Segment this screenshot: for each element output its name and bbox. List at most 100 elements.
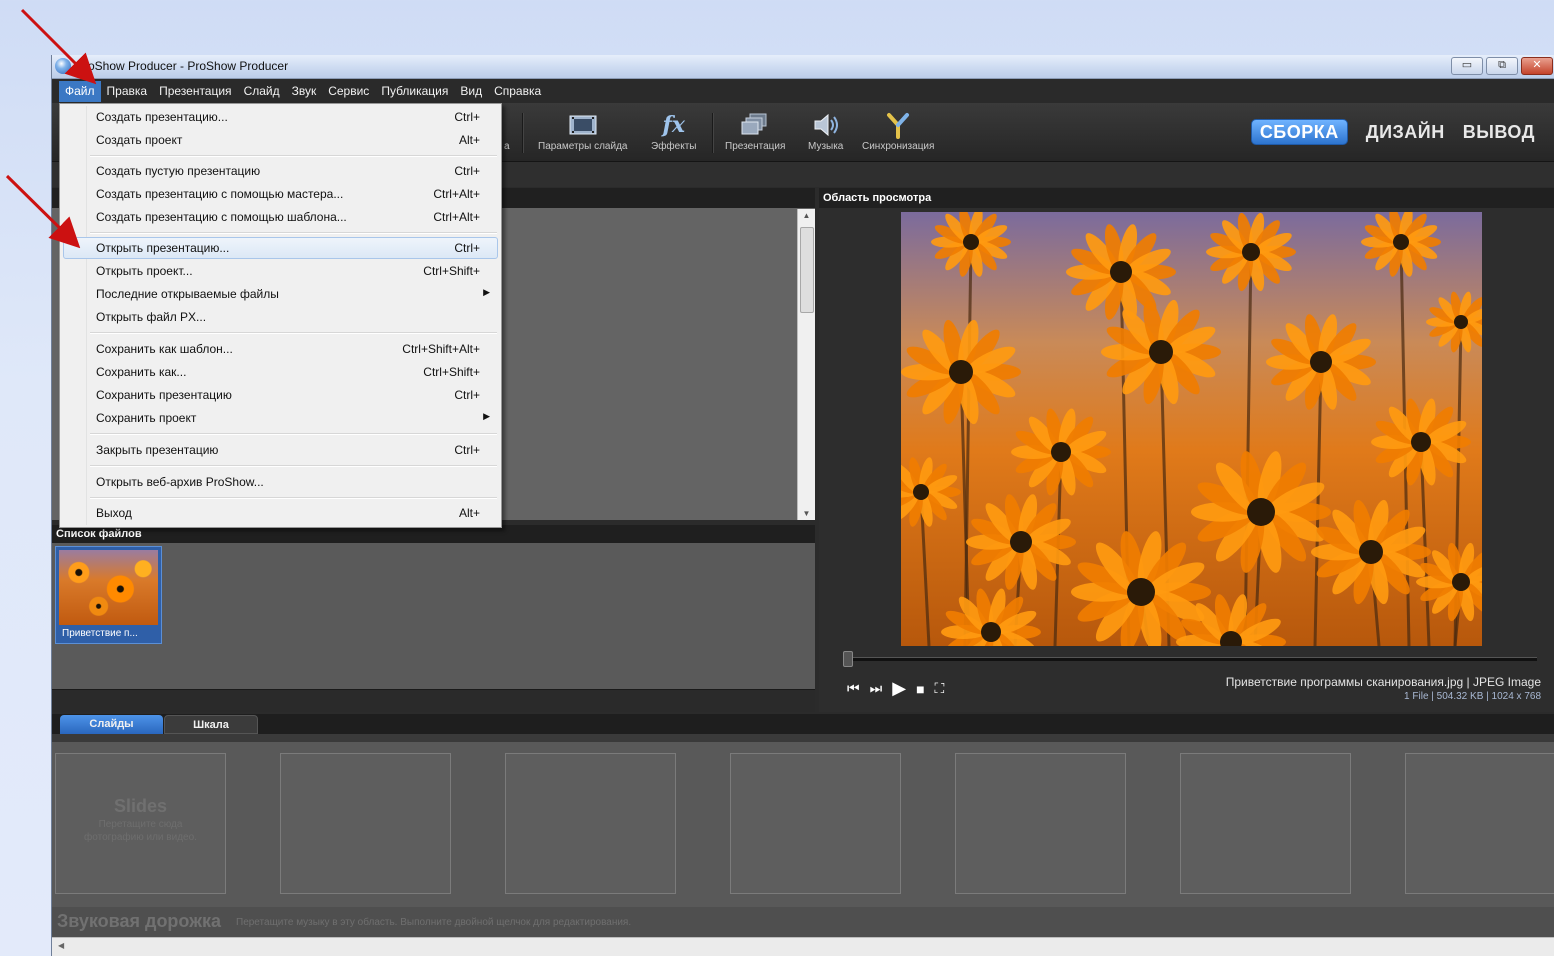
file-thumbnail[interactable]: Приветствие п...: [55, 546, 162, 644]
slide-slot[interactable]: Slides Перетащите сюда фотографию или ви…: [55, 753, 226, 894]
slides-track: Slides Перетащите сюда фотографию или ви…: [52, 742, 1554, 907]
stop-icon[interactable]: ■: [916, 681, 924, 697]
toolbar-partial-item[interactable]: а: [504, 111, 510, 152]
menu-presentation[interactable]: Презентация: [153, 81, 238, 102]
menu-item-shortcut: Ctrl+Alt+: [433, 210, 480, 224]
menu-item-shortcut: Ctrl+: [454, 241, 480, 255]
menu-separator: [90, 433, 497, 435]
close-button[interactable]: ✕: [1521, 57, 1553, 75]
menu-view[interactable]: Вид: [454, 81, 488, 102]
file-info: Приветствие программы сканирования.jpg |…: [1226, 675, 1541, 702]
scroll-left-icon[interactable]: ◀: [58, 941, 64, 950]
slides-placeholder-title: Slides: [113, 796, 168, 816]
menu-item-save-as-template[interactable]: Сохранить как шаблон... Ctrl+Shift+Alt+: [63, 338, 498, 360]
menu-item-label: Создать презентацию с помощью шаблона...: [96, 210, 347, 224]
menu-item-exit[interactable]: Выход Alt+: [63, 502, 498, 524]
fullscreen-icon[interactable]: ⛶: [935, 680, 945, 697]
folders-scrollbar[interactable]: ▲ ▼: [797, 209, 815, 520]
menu-item-shortcut: Alt+: [458, 133, 480, 147]
timeline-ruler: [52, 734, 1554, 742]
menu-separator: [90, 155, 497, 157]
scroll-up-icon[interactable]: ▲: [798, 211, 815, 220]
preview-photo: [901, 212, 1482, 646]
scrollbar-thumb[interactable]: [800, 227, 814, 313]
toolbar-effects-button[interactable]: fx Эффекты: [651, 111, 696, 152]
menu-item-open-web-archive[interactable]: Открыть веб-архив ProShow...: [63, 471, 498, 493]
menu-item-shortcut: Ctrl+: [454, 110, 480, 124]
menu-item-open-project[interactable]: Открыть проект... Ctrl+Shift+: [63, 260, 498, 282]
step-forward-icon[interactable]: ⏭: [870, 680, 883, 697]
speaker-icon: [808, 111, 843, 139]
menu-file[interactable]: Файл: [59, 80, 101, 102]
slide-slot[interactable]: [955, 753, 1126, 894]
menu-item-open-px[interactable]: Открыть файл PX...: [63, 306, 498, 328]
scroll-down-icon[interactable]: ▼: [798, 509, 815, 518]
minimize-button[interactable]: ▭: [1451, 57, 1483, 75]
menu-edit[interactable]: Правка: [101, 81, 154, 102]
playback-controls: ⏮ ⏭ ▶ ■ ⛶: [847, 678, 944, 699]
menu-sound[interactable]: Звук: [286, 81, 323, 102]
menu-item-label: Закрыть презентацию: [96, 443, 219, 457]
toolbar-slide-options-button[interactable]: Параметры слайда: [538, 111, 627, 152]
menu-item-new-project[interactable]: Создать проект Alt+: [63, 129, 498, 151]
title-bar: ProShow Producer - ProShow Producer ▭ ⧉ …: [52, 55, 1554, 79]
preview-pane: ⏮ ⏭ ▶ ■ ⛶ Приветствие программы сканиров…: [819, 208, 1554, 712]
window-title: ProShow Producer - ProShow Producer: [76, 59, 289, 73]
slides-hint-line-2: фотографию или видео.: [84, 832, 197, 843]
menu-item-shortcut: Ctrl+: [454, 443, 480, 457]
slide-slot[interactable]: [1405, 753, 1554, 894]
toolbar-sync-button[interactable]: Синхронизация: [862, 111, 934, 152]
seek-knob[interactable]: [843, 651, 853, 667]
soundtrack-track[interactable]: Звуковая дорожка Перетащите музыку в эту…: [52, 907, 1554, 937]
slide-slot[interactable]: [505, 753, 676, 894]
slide-slot[interactable]: [730, 753, 901, 894]
menu-item-label: Открыть файл PX...: [96, 310, 207, 324]
menu-publish[interactable]: Публикация: [375, 81, 454, 102]
tab-timeline[interactable]: Шкала: [164, 715, 258, 734]
menu-item-close-presentation[interactable]: Закрыть презентацию Ctrl+: [63, 439, 498, 461]
menu-item-shortcut: Ctrl+Shift+: [423, 264, 480, 278]
app-logo-icon: [55, 58, 71, 74]
toolbar-music-button[interactable]: Музыка: [808, 111, 843, 152]
skip-back-icon[interactable]: ⏮: [847, 680, 860, 697]
menu-item-label: Открыть веб-архив ProShow...: [96, 475, 264, 489]
mode-switcher: СБОРКА ДИЗАЙН ВЫВОД: [1250, 119, 1535, 145]
timeline-scrollbar[interactable]: ◀: [52, 937, 1554, 956]
menu-separator: [90, 332, 497, 334]
soundtrack-title: Звуковая дорожка: [57, 911, 221, 931]
tab-slides[interactable]: Слайды: [60, 715, 163, 734]
slide-slot[interactable]: [280, 753, 451, 894]
menu-item-shortcut: Ctrl+: [454, 388, 480, 402]
menu-service[interactable]: Сервис: [322, 81, 375, 102]
file-info-name: Приветствие программы сканирования.jpg |…: [1225, 675, 1541, 689]
presentation-icon: [725, 111, 785, 139]
menu-item-save-project[interactable]: Сохранить проект ▶: [63, 407, 498, 429]
menu-item-open-presentation[interactable]: Открыть презентацию... Ctrl+: [63, 237, 498, 259]
playback-seek-track[interactable]: [843, 657, 1537, 661]
menu-item-new-presentation[interactable]: Создать презентацию... Ctrl+: [63, 106, 498, 128]
play-icon[interactable]: ▶: [892, 678, 906, 699]
toolbar-presentation-label: Презентация: [725, 141, 786, 152]
menu-item-label: Создать проект: [96, 133, 183, 147]
mode-output-button[interactable]: ВЫВОД: [1463, 122, 1535, 143]
menu-item-new-empty-presentation[interactable]: Создать пустую презентацию Ctrl+: [63, 160, 498, 182]
menu-help[interactable]: Справка: [488, 81, 547, 102]
menu-item-new-wizard[interactable]: Создать презентацию с помощью мастера...…: [63, 183, 498, 205]
menu-item-save-as[interactable]: Сохранить как... Ctrl+Shift+: [63, 361, 498, 383]
menu-item-shortcut: Ctrl+Shift+: [423, 365, 480, 379]
slide-slot[interactable]: [1180, 753, 1351, 894]
menu-item-save-presentation[interactable]: Сохранить презентацию Ctrl+: [63, 384, 498, 406]
mode-design-button[interactable]: ДИЗАЙН: [1366, 122, 1445, 143]
menu-item-label: Последние открываемые файлы: [96, 287, 279, 301]
soundtrack-hint: Перетащите музыку в эту область. Выполни…: [236, 917, 632, 928]
menu-separator: [90, 465, 497, 467]
menu-item-new-template[interactable]: Создать презентацию с помощью шаблона...…: [63, 206, 498, 228]
toolbar-separator: [712, 113, 714, 153]
mode-build-button[interactable]: СБОРКА: [1250, 119, 1348, 145]
fx-icon: fx: [662, 112, 686, 138]
menu-item-recent-files[interactable]: Последние открываемые файлы ▶: [63, 283, 498, 305]
toolbar-slide-options-label: Параметры слайда: [538, 141, 628, 152]
maximize-button[interactable]: ⧉: [1486, 57, 1518, 75]
menu-slide[interactable]: Слайд: [238, 81, 286, 102]
toolbar-presentation-button[interactable]: Презентация: [725, 111, 785, 152]
